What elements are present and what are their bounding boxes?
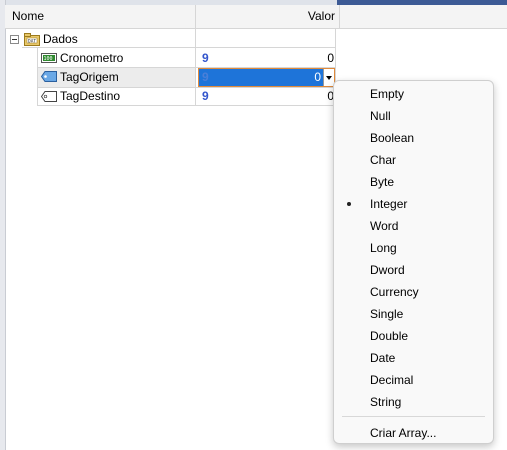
menu-item-label: Decimal [370,373,414,387]
menu-item-label: Criar Array... [370,426,437,440]
menu-item-double[interactable]: Double [334,325,493,347]
menu-item-label: Currency [370,285,419,299]
tree-root-label[interactable]: Dados [43,31,78,48]
checked-bullet-icon [347,202,351,206]
value-cell[interactable]: 0 [200,88,334,105]
menu-item-label: Dword [370,263,405,277]
column-header-nome[interactable]: Nome [12,5,44,28]
tag-outline-icon [40,91,57,105]
row-divider [37,105,335,106]
menu-item-long[interactable]: Long [334,237,493,259]
menu-item-label: Byte [370,175,395,189]
collapse-toggle[interactable] [10,35,19,44]
menu-item-char[interactable]: Char [334,149,493,171]
menu-item-single[interactable]: Single [334,303,493,325]
menu-item-integer[interactable]: Integer [334,193,493,215]
tree-item-label[interactable]: Cronometro [60,50,123,67]
menu-item-boolean[interactable]: Boolean [334,127,493,149]
menu-item-label: Double [370,329,409,343]
menu-item-string[interactable]: String [334,391,493,413]
folder-data-icon: DAT [24,33,40,49]
menu-item-criar-array[interactable]: Criar Array... [334,422,493,444]
menu-item-dword[interactable]: Dword [334,259,493,281]
menu-item-null[interactable]: Null [334,105,493,127]
grid-header: Nome Valor [5,5,507,29]
menu-item-label: Null [370,109,391,123]
type-context-menu: Empty Null Boolean Char Byte Integer Wor… [333,80,494,444]
tree-item-label[interactable]: TagOrigem [60,69,119,86]
menu-item-label: Long [370,241,397,255]
svg-text:100: 100 [44,56,53,62]
column-divider [195,29,196,106]
menu-item-label: Char [370,153,397,167]
tree-item-label[interactable]: TagDestino [60,88,120,105]
menu-item-byte[interactable]: Byte [334,171,493,193]
timer-icon: 100 [41,52,57,66]
menu-item-label: Integer [370,197,408,211]
menu-item-label: String [370,395,402,409]
menu-item-label: Empty [370,87,405,101]
menu-item-word[interactable]: Word [334,215,493,237]
menu-item-decimal[interactable]: Decimal [334,369,493,391]
menu-item-label: Single [370,307,404,321]
menu-item-label: Word [370,219,399,233]
menu-separator [342,416,485,417]
menu-item-date[interactable]: Date [334,347,493,369]
menu-item-empty[interactable]: Empty [334,83,493,105]
menu-item-label: Boolean [370,131,415,145]
menu-item-label: Date [370,351,396,365]
value-cell[interactable]: 0 [200,50,334,67]
menu-item-currency[interactable]: Currency [334,281,493,303]
left-border [0,0,6,450]
tag-icon [40,71,57,85]
column-header-valor[interactable]: Valor [195,5,340,28]
svg-text:DAT: DAT [28,39,36,45]
value-cell[interactable]: 0 [200,69,321,86]
